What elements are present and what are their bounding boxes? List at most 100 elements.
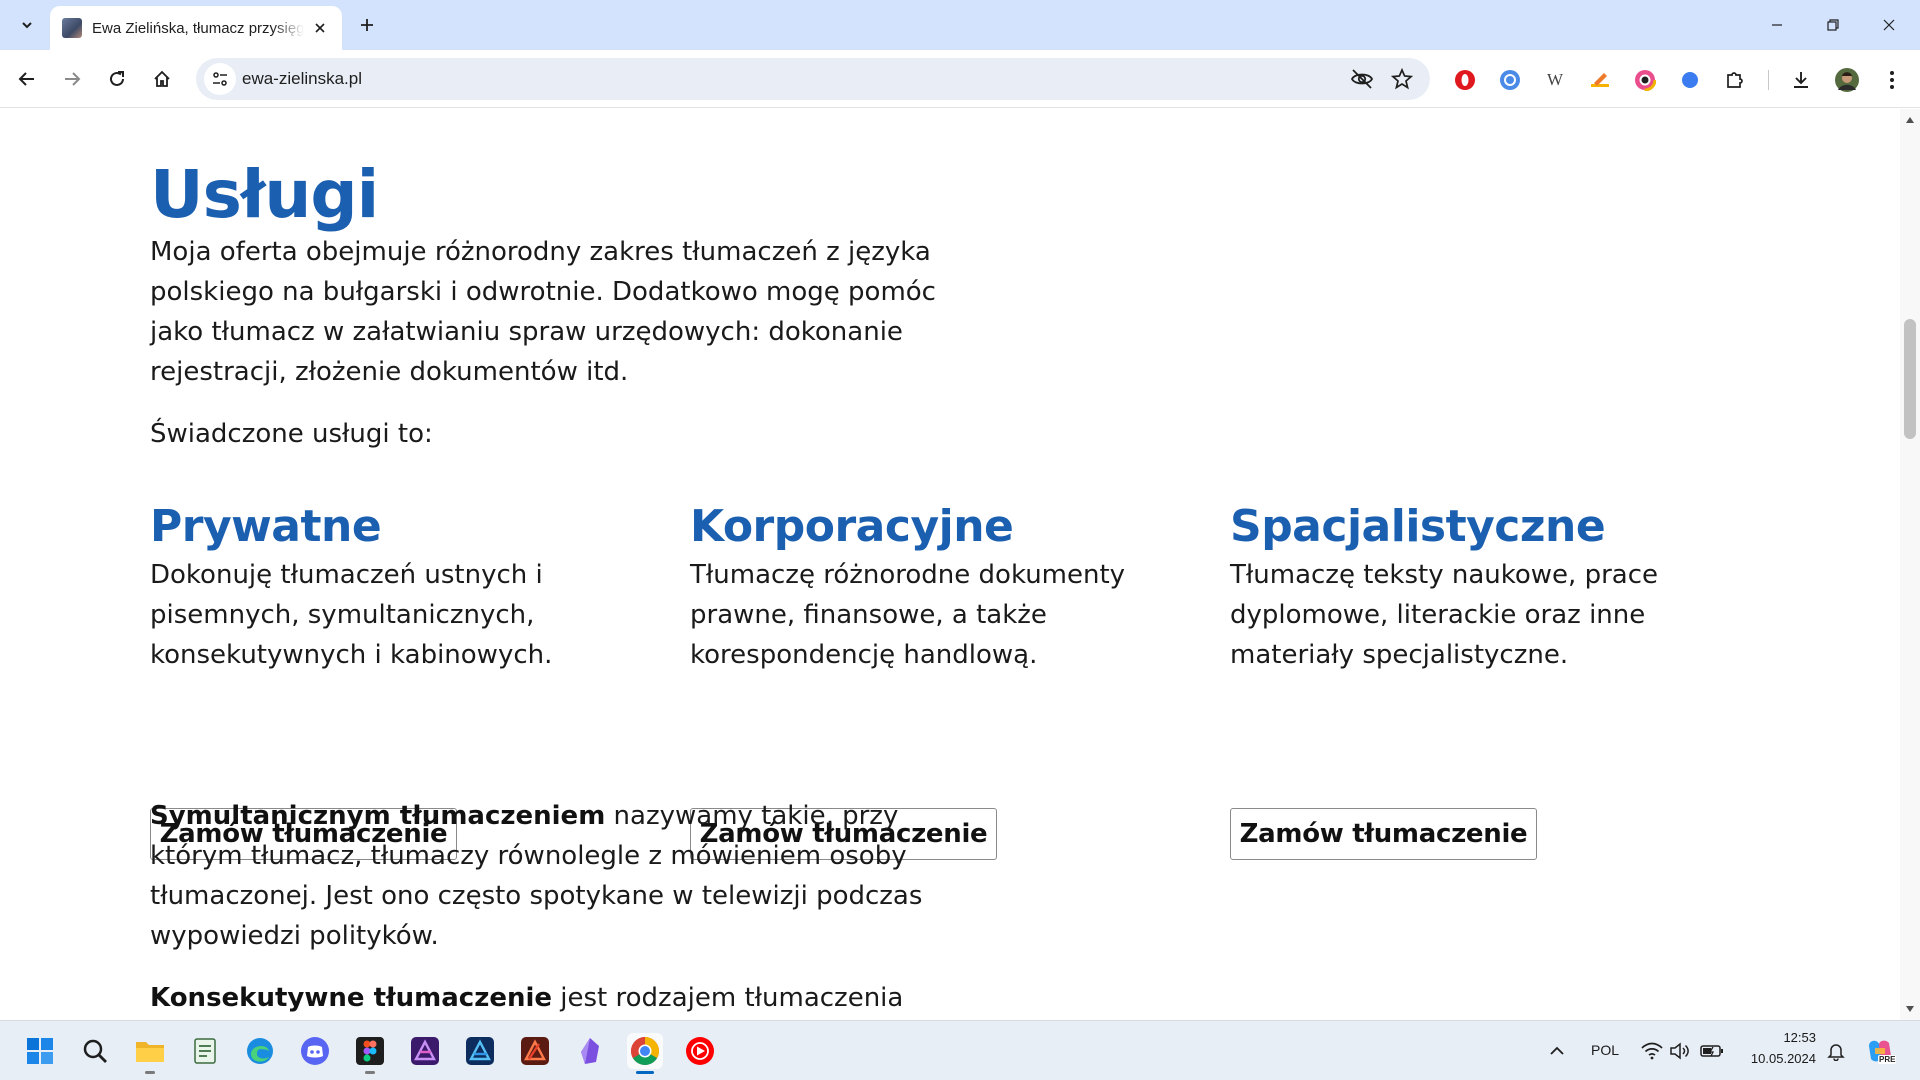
page-title: Usługi xyxy=(150,156,379,233)
figma-icon xyxy=(356,1037,384,1065)
scroll-up-button[interactable] xyxy=(1905,115,1915,125)
services-intro: Moja oferta obejmuje różnorodny zakres t… xyxy=(150,237,936,387)
taskbar-figma[interactable] xyxy=(352,1033,388,1074)
simultaneous-paragraph: Symultanicznym tłumaczeniem nazywamy tak… xyxy=(150,796,970,956)
forward-arrow-icon xyxy=(65,72,81,86)
tab-search-button[interactable] xyxy=(12,10,42,40)
opera-extension-button[interactable] xyxy=(1453,68,1477,92)
more-menu-icon xyxy=(1890,71,1894,89)
taskbar-search-button[interactable] xyxy=(77,1033,113,1069)
search-icon xyxy=(83,1039,107,1063)
restore-button[interactable] xyxy=(1810,0,1856,50)
page-viewport: Usługi Moja oferta obejmuje różnorodny z… xyxy=(0,109,1900,1020)
scrollbar-thumb[interactable] xyxy=(1904,319,1916,439)
services-lead: Świadczone usługi to: xyxy=(150,419,433,449)
blue-dot-extension-button[interactable] xyxy=(1678,68,1702,92)
profile-button[interactable] xyxy=(1835,68,1859,92)
battery-icon xyxy=(1700,1045,1723,1057)
service-description: Tłumaczę teksty naukowe, prace dyplomowe… xyxy=(1230,560,1658,670)
clock-time[interactable]: 12:53 xyxy=(1740,1030,1816,1045)
taskbar-notepad[interactable] xyxy=(187,1033,223,1069)
triangle-down-icon xyxy=(1906,1006,1914,1012)
discord-icon xyxy=(301,1037,329,1065)
triangle-up-icon xyxy=(1906,117,1914,123)
active-tab[interactable]: Ewa Zielińska, tłumacz przysięgły xyxy=(50,6,342,50)
browser-toolbar: ewa-zielinska.pl W xyxy=(0,50,1920,108)
pencil-extension-icon xyxy=(1591,73,1609,87)
back-button[interactable] xyxy=(10,62,44,96)
copilot-button[interactable]: PRE xyxy=(1864,1035,1897,1067)
taskbar-affinity-designer[interactable] xyxy=(462,1033,498,1069)
affinity-designer-icon xyxy=(466,1037,494,1065)
service-title: Spacjalistyczne xyxy=(1230,501,1606,552)
service-card-corporate: Korporacyjne Tłumaczę różnorodne dokumen… xyxy=(690,497,1160,860)
site-settings-icon xyxy=(213,72,227,86)
volume-icon xyxy=(1670,1042,1689,1060)
home-button[interactable] xyxy=(145,62,179,96)
bookmark-button[interactable] xyxy=(1388,65,1416,93)
network-button[interactable] xyxy=(1640,1039,1664,1063)
reload-button[interactable] xyxy=(100,62,134,96)
tab-close-button[interactable] xyxy=(310,18,330,38)
blue-circle-extension-icon xyxy=(1500,70,1520,90)
tab-strip: Ewa Zielińska, tłumacz przysięgły xyxy=(0,0,1920,50)
consecutive-paragraph: Konsekutywne tłumaczenie jest rodzajem t… xyxy=(150,978,970,1018)
new-tab-button[interactable] xyxy=(352,10,382,40)
page-scrollbar[interactable] xyxy=(1900,109,1920,1020)
scroll-down-button[interactable] xyxy=(1905,1004,1915,1014)
taskbar-chrome[interactable] xyxy=(627,1033,663,1074)
color-picker-extension-button[interactable] xyxy=(1633,68,1657,92)
back-arrow-icon xyxy=(18,72,34,86)
show-hidden-icons-button[interactable] xyxy=(1545,1039,1569,1063)
site-settings-button[interactable] xyxy=(204,63,236,95)
obsidian-icon xyxy=(581,1038,599,1064)
taskbar-affinity-publisher[interactable] xyxy=(517,1033,553,1069)
profile-avatar xyxy=(1835,68,1859,92)
w-extension-button[interactable]: W xyxy=(1543,68,1567,92)
taskbar-edge[interactable] xyxy=(242,1033,278,1069)
start-button[interactable] xyxy=(22,1033,58,1069)
copilot-preview-badge: PRE xyxy=(1878,1055,1897,1064)
pencil-extension-button[interactable] xyxy=(1588,68,1612,92)
browser-menu-button[interactable] xyxy=(1880,68,1904,92)
w-extension-icon: W xyxy=(1546,70,1564,89)
close-window-button[interactable] xyxy=(1866,0,1912,50)
battery-button[interactable] xyxy=(1700,1039,1724,1063)
star-icon xyxy=(1391,68,1413,90)
notifications-button[interactable] xyxy=(1824,1039,1848,1063)
downloads-button[interactable] xyxy=(1789,68,1813,92)
address-bar[interactable]: ewa-zielinska.pl xyxy=(196,58,1430,100)
blue-circle-extension-button[interactable] xyxy=(1498,68,1522,92)
tracking-protection-button[interactable] xyxy=(1348,65,1376,93)
color-picker-extension-icon xyxy=(1634,69,1656,91)
taskbar-discord[interactable] xyxy=(297,1033,333,1069)
consecutive-term: Konsekutywne tłumaczenie xyxy=(150,983,553,1013)
puzzle-extensions-icon xyxy=(1727,72,1743,88)
notification-icon xyxy=(1827,1044,1845,1061)
chrome-icon xyxy=(631,1037,659,1065)
service-card-specialist: Spacjalistyczne Tłumaczę teksty naukowe,… xyxy=(1230,497,1700,860)
service-description: Dokonuję tłumaczeń ustnych i pisemnych, … xyxy=(150,560,553,670)
taskbar-affinity-photo[interactable] xyxy=(407,1033,443,1069)
extensions-menu-button[interactable] xyxy=(1723,68,1747,92)
home-icon xyxy=(154,70,170,87)
taskbar-youtube-music[interactable] xyxy=(682,1033,718,1069)
wifi-icon xyxy=(1641,1042,1663,1060)
affinity-publisher-icon xyxy=(521,1037,549,1065)
service-description: Tłumaczę różnorodne dokumenty prawne, fi… xyxy=(690,560,1126,670)
minimize-button[interactable] xyxy=(1754,0,1800,50)
input-language[interactable]: POL xyxy=(1591,1042,1619,1058)
tab-title: Ewa Zielińska, tłumacz przysięgły xyxy=(92,19,304,37)
close-icon xyxy=(1883,19,1895,31)
order-translation-button[interactable]: Zamów tłumaczenie xyxy=(1230,808,1537,860)
taskbar-obsidian[interactable] xyxy=(572,1033,608,1069)
url-text[interactable]: ewa-zielinska.pl xyxy=(242,58,362,100)
clock-date[interactable]: 10.05.2024 xyxy=(1740,1051,1816,1066)
file-explorer-icon xyxy=(136,1042,164,1062)
site-favicon-icon xyxy=(62,18,82,38)
volume-button[interactable] xyxy=(1668,1039,1692,1063)
simultaneous-term: Symultanicznym tłumaczeniem xyxy=(150,801,606,831)
forward-button[interactable] xyxy=(55,62,89,96)
running-indicator xyxy=(145,1071,155,1074)
taskbar-file-explorer[interactable] xyxy=(132,1033,168,1074)
